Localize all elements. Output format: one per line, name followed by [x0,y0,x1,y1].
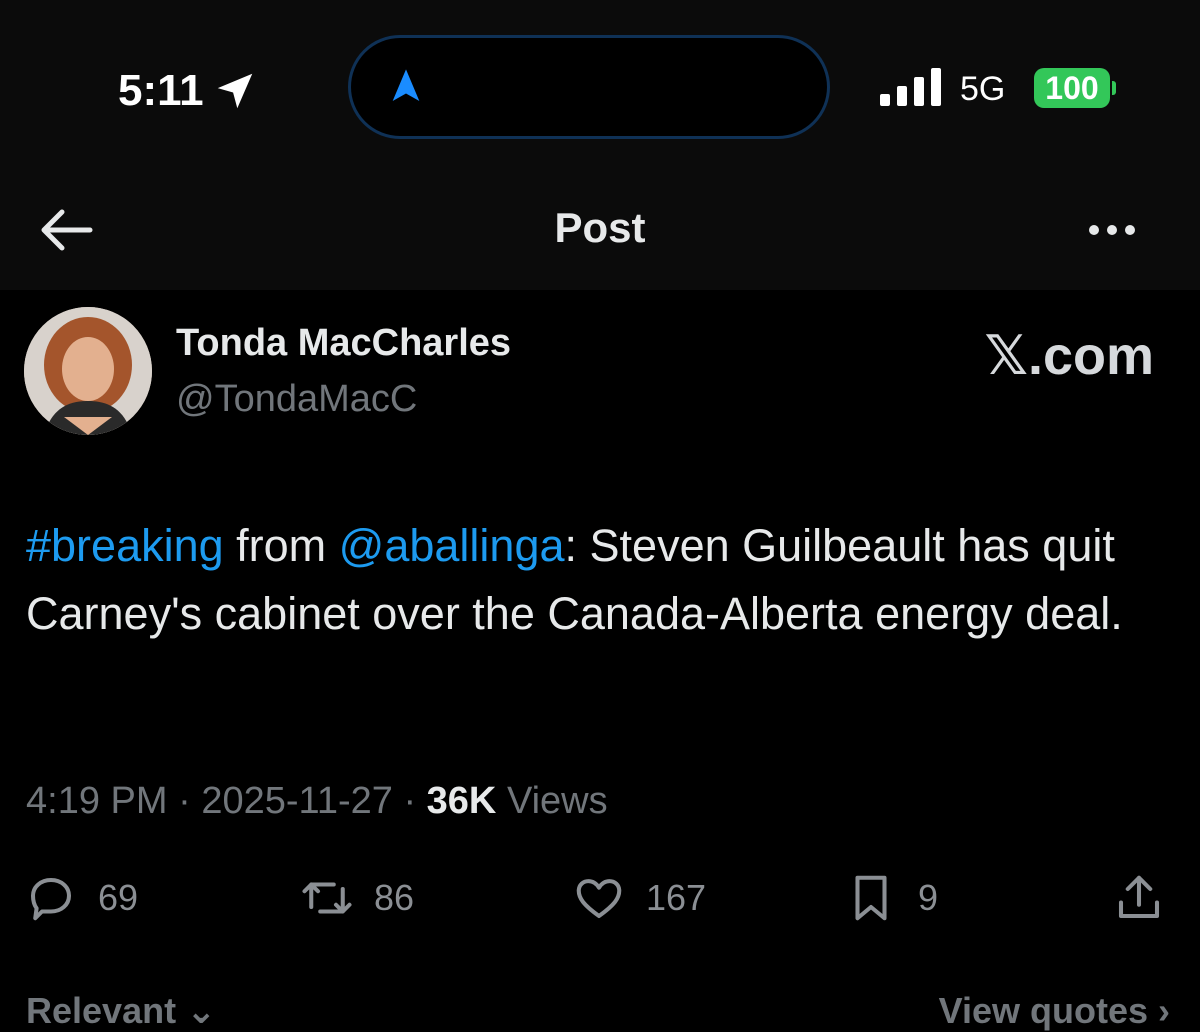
heart-icon [576,879,622,919]
avatar-portrait [24,307,152,435]
repost-button[interactable]: 86 [300,866,414,930]
like-count: 167 [646,877,707,918]
meta-separator: · [178,780,191,822]
status-time: 5:11 [118,66,204,115]
meta-separator-2: · [403,780,417,822]
sort-dropdown[interactable]: Relevant ⌄ [26,990,216,1032]
views-count: 36K [426,780,497,822]
page-title: Post [554,204,646,251]
sort-label: Relevant [26,990,177,1031]
like-button[interactable]: 167 [572,866,706,930]
chevron-down-icon: ⌄ [186,990,217,1031]
location-arrow-icon [217,73,253,109]
views-label: Views [506,780,608,822]
post-text: #breaking from @aballinga: Steven Guilbe… [26,512,1176,648]
post-date: 2025-11-27 [201,780,393,822]
network-type: 5G [960,70,1006,108]
reply-icon [30,877,72,921]
quotes-label: View quotes [938,990,1148,1031]
chevron-right-icon: › [1158,990,1170,1031]
author-name[interactable]: Tonda MacCharles [176,322,511,365]
repost-count: 86 [374,877,415,918]
bookmark-count: 9 [918,877,939,918]
battery-indicator: 100 [1034,68,1110,108]
mention-link[interactable]: @aballinga [339,520,565,571]
share-button[interactable] [1112,866,1166,930]
signal-bars-icon [880,68,941,106]
brand-watermark: 𝕏.com [984,326,1154,386]
text-from: from [223,520,339,571]
repost-icon [302,882,352,914]
more-dots-icon[interactable] [1080,210,1144,250]
bookmark-button[interactable]: 9 [844,866,938,930]
hashtag-link[interactable]: #breaking [26,520,224,571]
reply-button[interactable]: 69 [24,866,138,930]
view-quotes-link[interactable]: View quotes › [939,990,1170,1032]
reply-count: 69 [98,877,139,918]
post-meta: 4:19 PM · 2025-11-27 · 36K Views [26,780,608,823]
battery-nub [1112,81,1116,95]
post-time: 4:19 PM [26,780,168,822]
author-handle[interactable]: @TondaMacC [176,378,417,421]
share-icon [1118,875,1160,919]
navigation-arrow-icon [392,69,420,101]
action-bar: 69 86 167 9 [0,866,1200,930]
bookmark-icon [855,875,887,921]
avatar[interactable] [24,307,152,435]
